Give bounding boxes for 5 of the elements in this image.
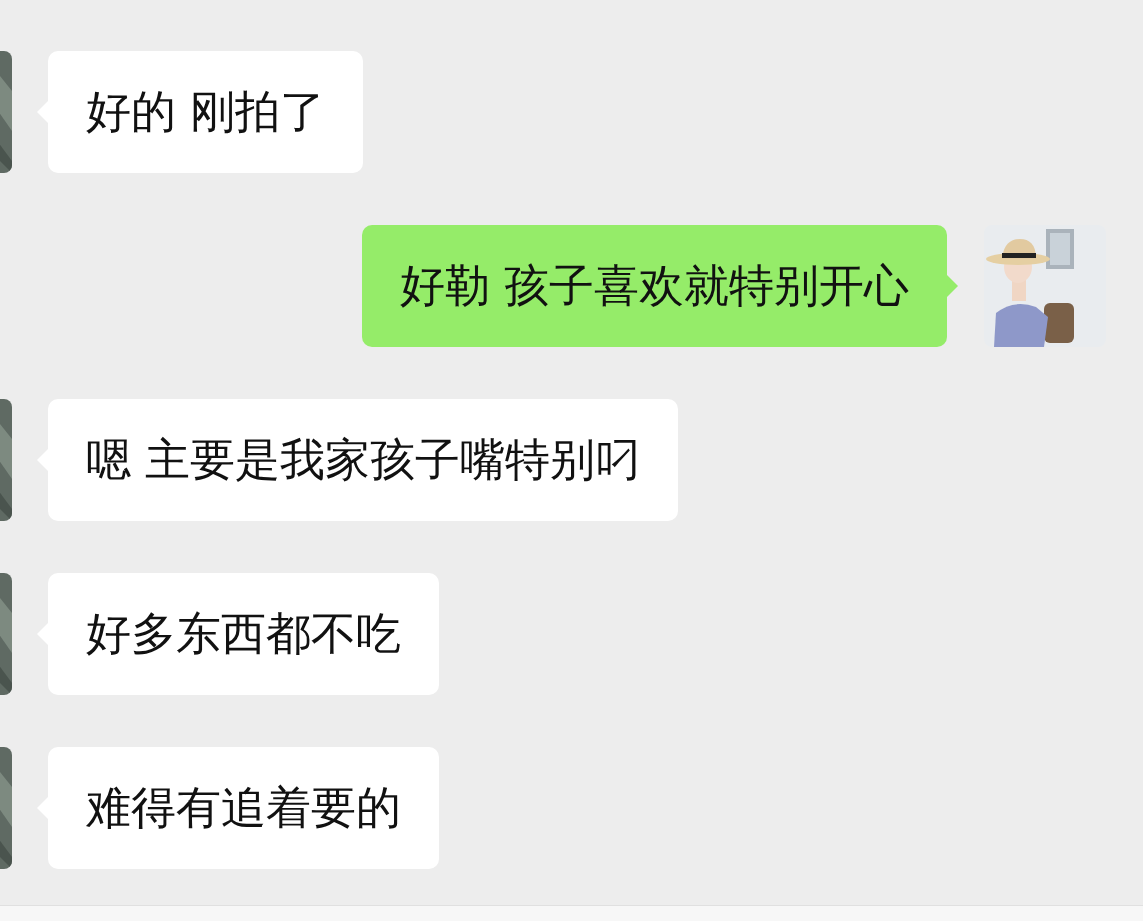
chat-message: 好勒 孩子喜欢就特别开心: [361, 225, 958, 347]
chat-message: 难得有追着要的: [37, 747, 439, 869]
chat-message: 好的 刚拍了: [37, 51, 364, 173]
chat-message: 嗯 主要是我家孩子嘴特别叼: [37, 399, 679, 521]
chat-message: 好多东西都不吃: [37, 573, 439, 695]
